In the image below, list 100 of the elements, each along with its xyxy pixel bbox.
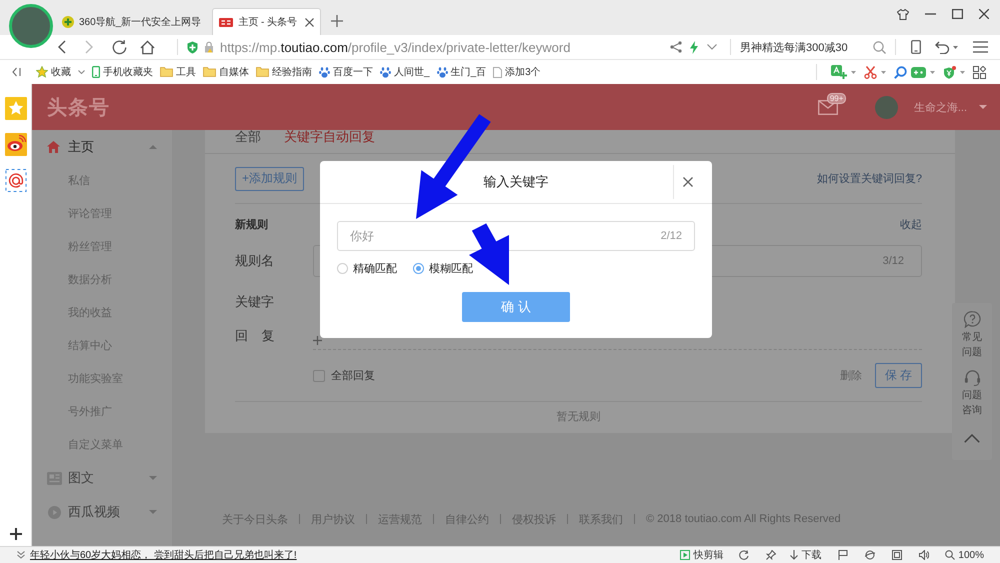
nav-section[interactable]: 主页 <box>32 130 172 164</box>
site-logo[interactable]: 头条号 <box>47 94 110 120</box>
clip-tool-button[interactable]: 快剪辑 <box>680 548 724 562</box>
delete-link[interactable]: 删除 <box>840 368 862 383</box>
save-button[interactable]: 保 存 <box>875 363 922 388</box>
plus-icon[interactable] <box>10 528 22 540</box>
shirt-icon[interactable] <box>897 8 909 20</box>
pin-icon[interactable] <box>766 550 776 560</box>
minimize-icon[interactable] <box>925 13 936 15</box>
bookmark-item[interactable]: 手机收藏夹 <box>92 62 153 82</box>
close-icon[interactable] <box>979 9 989 19</box>
search-icon[interactable] <box>873 40 886 54</box>
sidebar-collapse-icon[interactable] <box>12 67 21 77</box>
tablet-icon[interactable] <box>911 40 921 54</box>
lightning-icon[interactable] <box>690 40 698 54</box>
help-item[interactable]: 常见问题 <box>962 311 982 360</box>
nav-item[interactable]: 自定义菜单 <box>32 428 172 461</box>
collapse-link[interactable]: 收起 <box>900 216 922 232</box>
nav-section[interactable]: 西瓜视频 <box>32 495 172 529</box>
maximize-icon[interactable] <box>952 9 963 19</box>
caret-icon[interactable] <box>953 46 958 48</box>
close-icon[interactable] <box>305 18 314 26</box>
content-tab[interactable]: 关键字自动回复 <box>284 130 375 144</box>
nav-item[interactable]: 结算中心 <box>32 329 172 362</box>
confirm-button[interactable]: 确 认 <box>462 292 570 322</box>
site-badge-icon <box>219 18 234 26</box>
star-tile-icon[interactable] <box>4 97 26 120</box>
help-link[interactable]: 如何设置关键词回复? <box>816 171 922 186</box>
add-rule-button[interactable]: +添加规则 <box>235 166 304 190</box>
bookmark-item[interactable]: 工具 <box>160 62 196 82</box>
nav-section[interactable]: 图文 <box>32 461 172 495</box>
address-field[interactable]: https://mp.toutiao.com/profile_v3/index/private-letter/keyword <box>220 40 570 54</box>
nav-item[interactable]: 我的收益 <box>32 296 172 329</box>
user-name[interactable]: 生命之海... <box>914 100 967 114</box>
caret-icon[interactable] <box>960 70 965 74</box>
window-icon[interactable] <box>892 550 902 560</box>
nav-item[interactable]: 评论管理 <box>32 197 172 230</box>
grid-icon[interactable] <box>973 66 986 78</box>
shield-icon[interactable] <box>187 40 198 54</box>
dialog-title: 输入关键字 <box>484 173 548 191</box>
radio-label[interactable]: 模糊匹配 <box>429 260 473 276</box>
caret-icon[interactable] <box>930 70 935 74</box>
house-icon <box>47 141 60 153</box>
search-icon[interactable] <box>894 66 907 78</box>
bookmark-item[interactable]: 收藏 <box>36 62 85 82</box>
empty-message: 暂无规则 <box>235 401 922 433</box>
new-tab-icon[interactable] <box>331 15 344 27</box>
checkbox[interactable] <box>313 370 325 382</box>
menu-icon[interactable] <box>973 41 988 53</box>
browser-avatar[interactable] <box>9 4 53 48</box>
bookmark-item[interactable]: 百度一下 <box>319 62 373 82</box>
shield-icon[interactable] <box>943 66 956 78</box>
lock-icon[interactable] <box>204 41 214 53</box>
help-item[interactable]: 问题咨询 <box>962 369 982 418</box>
search-field[interactable]: 男神精选每满300减30 <box>740 40 886 54</box>
news-link[interactable]: 年轻小伙与60岁大妈相恋， 尝到甜头后把自己兄弟也叫来了! <box>30 548 297 562</box>
bookmark-item[interactable]: 生门_百 <box>436 62 486 82</box>
bookmark-item[interactable]: 经验指南 <box>256 62 312 82</box>
chevron-down-icon[interactable] <box>707 44 717 50</box>
keyword-input[interactable]: 你好 2/12 <box>337 221 695 251</box>
gamepad-icon[interactable] <box>911 66 926 78</box>
phone-icon <box>92 66 100 78</box>
browser-tab[interactable]: 360导航_新一代安全上网导 <box>55 8 208 35</box>
download-icon <box>790 550 798 560</box>
share-icon[interactable] <box>670 41 682 53</box>
eye-tile-icon[interactable] <box>4 133 26 156</box>
bookmark-item[interactable]: 自媒体 <box>203 62 249 82</box>
nav-item[interactable]: 私信 <box>32 164 172 197</box>
caret-icon[interactable] <box>979 105 987 109</box>
caret-icon[interactable] <box>851 70 856 74</box>
caret-icon[interactable] <box>78 70 85 74</box>
undo-icon[interactable] <box>935 40 950 54</box>
tile-plus-icon[interactable] <box>831 65 847 79</box>
caret-icon[interactable] <box>881 70 886 74</box>
bookmark-item[interactable]: 人间世_ <box>380 62 430 82</box>
speaker-icon[interactable] <box>919 550 930 560</box>
radio-label[interactable]: 精确匹配 <box>353 260 397 276</box>
content-tab[interactable]: 全部 <box>235 130 261 144</box>
nav-item[interactable]: 号外推广 <box>32 395 172 428</box>
back-icon[interactable] <box>58 40 66 54</box>
close-icon[interactable] <box>683 177 693 187</box>
nav-item[interactable]: 功能实验室 <box>32 362 172 395</box>
circle-arrow-icon[interactable] <box>739 550 750 560</box>
double-chevron-icon[interactable] <box>17 551 25 559</box>
at-sign-icon[interactable] <box>4 169 26 192</box>
zoom-button[interactable]: 100% <box>945 550 984 560</box>
nav-item[interactable]: 粉丝管理 <box>32 230 172 263</box>
ring-icon[interactable] <box>865 550 876 560</box>
radio-button[interactable] <box>413 262 424 274</box>
browser-tab[interactable]: 主页 - 头条号 <box>212 8 322 35</box>
chevron-up-icon[interactable] <box>964 434 980 443</box>
radio-button[interactable] <box>337 262 348 274</box>
home-icon[interactable] <box>140 40 155 54</box>
download-button[interactable]: 下载 <box>790 548 822 562</box>
reload-icon[interactable] <box>112 40 127 54</box>
bookmark-item[interactable]: 添加3个 <box>493 62 541 82</box>
scissors-icon[interactable] <box>864 66 877 78</box>
checkbox-label[interactable]: 全部回复 <box>331 368 375 383</box>
nav-item[interactable]: 数据分析 <box>32 263 172 296</box>
flag-icon[interactable] <box>838 550 848 560</box>
